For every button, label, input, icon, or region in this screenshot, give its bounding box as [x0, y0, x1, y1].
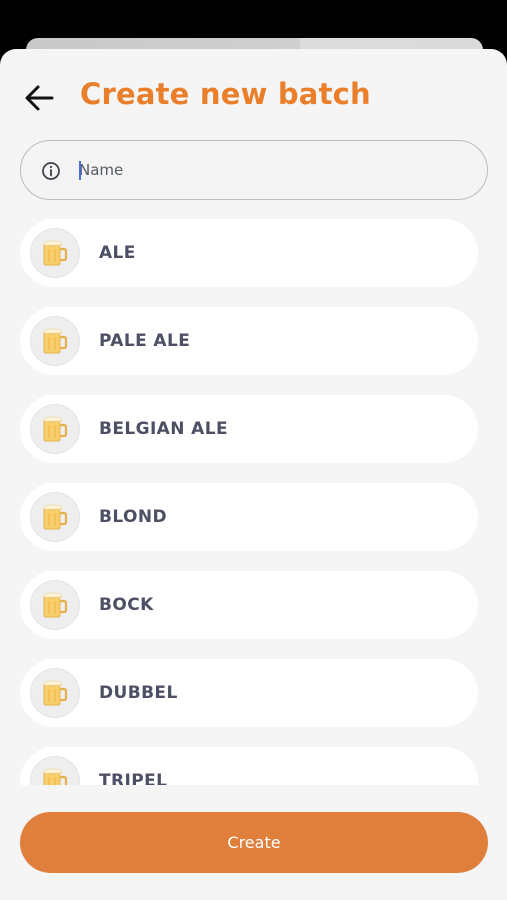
- create-button[interactable]: Create: [20, 812, 488, 873]
- back-button[interactable]: [22, 83, 56, 113]
- list-item-bock[interactable]: BOCK: [20, 571, 478, 639]
- list-item-ale[interactable]: ALE: [20, 219, 478, 287]
- list-item-label: BELGIAN ALE: [99, 419, 228, 439]
- name-input[interactable]: [79, 141, 469, 199]
- list-item-dubbel[interactable]: DUBBEL: [20, 659, 478, 727]
- list-item-label: PALE ALE: [99, 331, 191, 351]
- beer-mug-icon: [30, 404, 80, 454]
- beer-mug-icon: [30, 756, 80, 785]
- arrow-left-icon: [25, 85, 54, 111]
- beer-mug-icon: [30, 668, 80, 718]
- list-item-label: TRIPEL: [99, 771, 168, 785]
- page-title: Create new batch: [80, 77, 371, 111]
- list-item-label: BLOND: [99, 507, 167, 527]
- list-item-pale-ale[interactable]: PALE ALE: [20, 307, 478, 375]
- text-caret: [79, 161, 81, 180]
- info-icon: [42, 162, 60, 180]
- list-item-label: DUBBEL: [99, 683, 178, 703]
- create-batch-sheet: Create new batch ALE PALE ALE B: [0, 49, 507, 900]
- beer-type-list[interactable]: ALE PALE ALE BELGIAN ALE BLOND BOCK DUBB…: [0, 219, 507, 785]
- list-item-label: ALE: [99, 243, 136, 263]
- list-item-blond[interactable]: BLOND: [20, 483, 478, 551]
- beer-mug-icon: [30, 316, 80, 366]
- list-item-tripel[interactable]: TRIPEL: [20, 747, 478, 785]
- beer-mug-icon: [30, 580, 80, 630]
- list-item-belgian-ale[interactable]: BELGIAN ALE: [20, 395, 478, 463]
- name-field[interactable]: [20, 140, 488, 200]
- list-item-label: BOCK: [99, 595, 154, 615]
- header: Create new batch: [0, 49, 507, 139]
- beer-mug-icon: [30, 228, 80, 278]
- beer-mug-icon: [30, 492, 80, 542]
